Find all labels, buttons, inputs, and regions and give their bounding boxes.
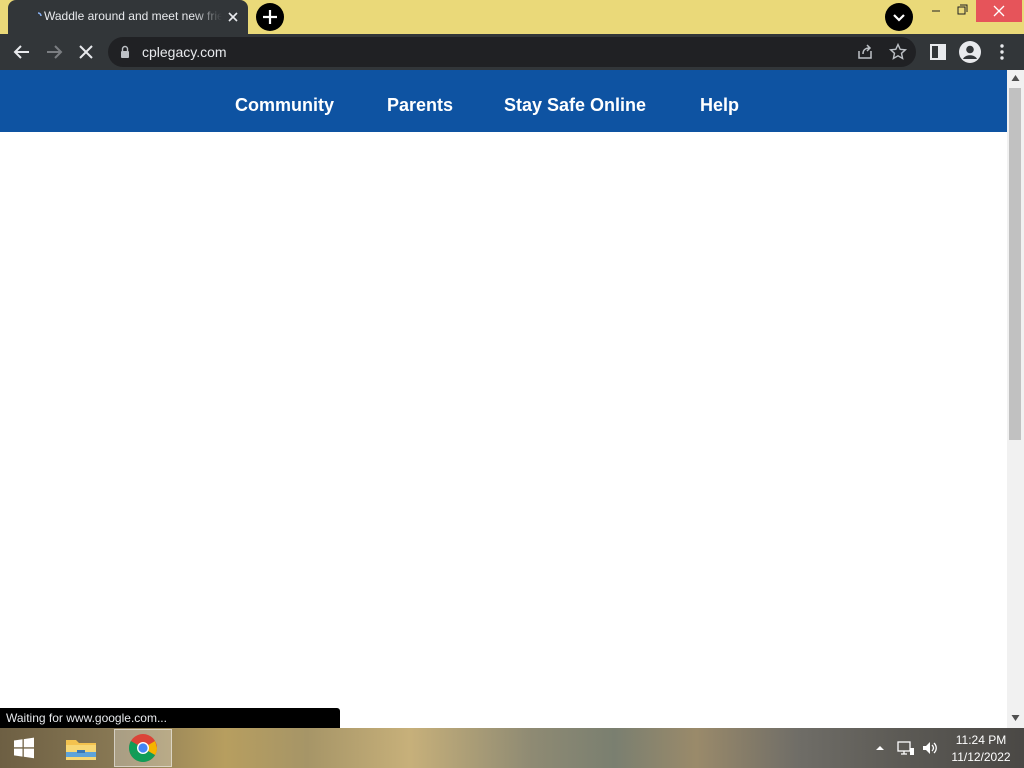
nav-link-parents[interactable]: Parents	[387, 95, 453, 116]
nav-link-help[interactable]: Help	[700, 95, 739, 116]
browser-tab-strip: Waddle around and meet new friends	[0, 0, 1024, 34]
file-explorer-icon	[66, 740, 96, 760]
close-icon[interactable]	[224, 8, 242, 26]
site-navigation: Community Parents Stay Safe Online Help	[0, 70, 1007, 132]
restore-icon	[957, 4, 968, 15]
minimize-icon	[932, 10, 940, 12]
clock-time[interactable]: 11:24 PM	[948, 733, 1014, 747]
scrollbar-thumb[interactable]	[1009, 88, 1021, 440]
chevron-up-icon[interactable]	[874, 743, 886, 753]
address-bar[interactable]: cplegacy.com	[108, 37, 916, 67]
vertical-scrollbar[interactable]	[1007, 70, 1024, 728]
close-icon	[993, 5, 1005, 17]
page-viewport: Community Parents Stay Safe Online Help …	[0, 70, 1024, 728]
url-text: cplegacy.com	[142, 44, 227, 60]
arrow-left-icon[interactable]	[10, 40, 34, 64]
nav-link-stay-safe-online[interactable]: Stay Safe Online	[504, 95, 646, 116]
windows-logo-icon	[14, 737, 34, 759]
window-close-button[interactable]	[976, 0, 1022, 22]
nav-link-community[interactable]: Community	[235, 95, 334, 116]
taskbar-chrome[interactable]	[114, 729, 172, 767]
chrome-icon	[129, 734, 157, 762]
start-button[interactable]	[4, 732, 44, 764]
status-text: Waiting for www.google.com...	[6, 711, 167, 725]
network-icon[interactable]	[897, 740, 915, 756]
share-icon[interactable]	[855, 42, 875, 62]
stop-loading-icon[interactable]	[74, 40, 98, 64]
tab-title: Waddle around and meet new friends	[44, 9, 222, 23]
clock-date[interactable]: 11/12/2022	[948, 750, 1014, 764]
browser-tab[interactable]: Waddle around and meet new friends	[8, 0, 248, 34]
chevron-down-icon	[893, 14, 905, 22]
side-panel-icon[interactable]	[926, 40, 950, 64]
kebab-menu-icon[interactable]	[990, 40, 1014, 64]
tab-search-button[interactable]	[885, 3, 913, 31]
taskbar-file-explorer[interactable]	[60, 730, 102, 766]
lock-icon[interactable]	[120, 45, 130, 59]
window-restore-button[interactable]	[948, 0, 976, 22]
volume-icon[interactable]	[921, 740, 939, 756]
loading-spinner-icon	[37, 12, 42, 17]
new-tab-button[interactable]	[256, 3, 284, 31]
window-minimize-button[interactable]	[922, 0, 950, 22]
arrow-right-icon[interactable]	[42, 40, 66, 64]
avatar-icon[interactable]	[958, 40, 982, 64]
browser-toolbar: cplegacy.com	[0, 34, 1024, 70]
scroll-down-arrow-icon[interactable]	[1011, 714, 1020, 722]
scroll-up-arrow-icon[interactable]	[1011, 74, 1020, 82]
star-icon[interactable]	[888, 42, 908, 62]
taskbar: 11:24 PM 11/12/2022	[0, 728, 1024, 768]
plus-icon	[263, 10, 277, 24]
status-bubble: Waiting for www.google.com...	[0, 708, 340, 728]
